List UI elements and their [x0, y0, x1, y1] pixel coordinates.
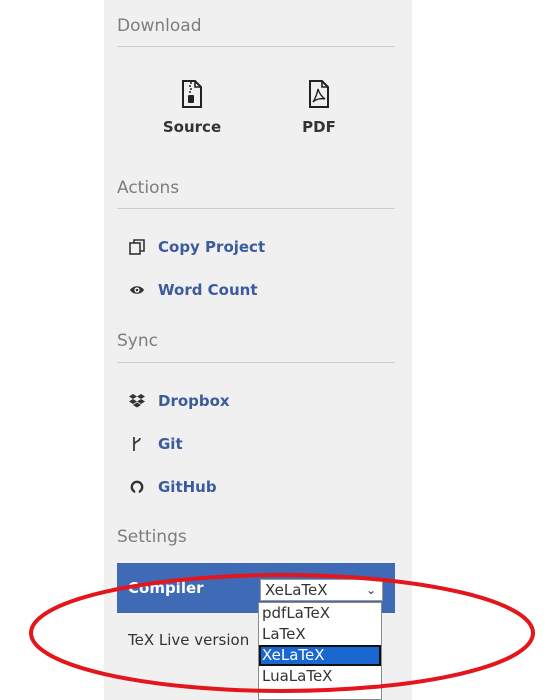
compiler-option-xelatex[interactable]: XeLaTeX [259, 645, 381, 666]
word-count-link[interactable]: Word Count [127, 279, 258, 301]
compiler-dropdown-list: pdfLaTeX LaTeX XeLaTeX LuaLaTeX [258, 602, 382, 700]
compiler-option-lualatex[interactable]: LuaLaTeX [259, 666, 381, 687]
copy-icon [127, 237, 147, 257]
compiler-selected-value: XeLaTeX [265, 581, 328, 599]
compiler-option-latex[interactable]: LaTeX [259, 624, 381, 645]
eye-icon [127, 280, 147, 300]
github-icon [127, 477, 147, 497]
divider [117, 46, 395, 47]
git-link[interactable]: Git [127, 433, 183, 455]
actions-section-title: Actions [117, 178, 180, 198]
download-source-label: Source [162, 118, 222, 136]
github-link[interactable]: GitHub [127, 476, 217, 498]
dropbox-label: Dropbox [158, 392, 230, 410]
texlive-version-label: TeX Live version [128, 631, 250, 649]
git-label: Git [158, 435, 183, 453]
download-section-title: Download [117, 16, 202, 36]
dropbox-link[interactable]: Dropbox [127, 390, 230, 412]
divider [117, 208, 395, 209]
divider [117, 362, 395, 363]
word-count-label: Word Count [158, 281, 258, 299]
github-label: GitHub [158, 478, 217, 496]
compiler-label: Compiler [128, 579, 204, 597]
settings-section-title: Settings [117, 527, 187, 547]
chevron-down-icon: ⌄ [365, 583, 376, 597]
copy-project-link[interactable]: Copy Project [127, 236, 265, 258]
git-branch-icon [127, 434, 147, 454]
download-pdf-button[interactable]: PDF [279, 80, 359, 136]
sync-section-title: Sync [117, 331, 158, 351]
compiler-select[interactable]: XeLaTeX ⌄ [260, 579, 383, 601]
copy-project-label: Copy Project [158, 238, 266, 256]
compiler-option-pdflatex[interactable]: pdfLaTeX [259, 603, 381, 624]
download-pdf-label: PDF [302, 118, 336, 136]
download-source-button[interactable]: Source [152, 80, 232, 136]
zip-file-icon [182, 80, 202, 108]
pdf-file-icon [309, 80, 329, 108]
dropbox-icon [127, 391, 147, 411]
